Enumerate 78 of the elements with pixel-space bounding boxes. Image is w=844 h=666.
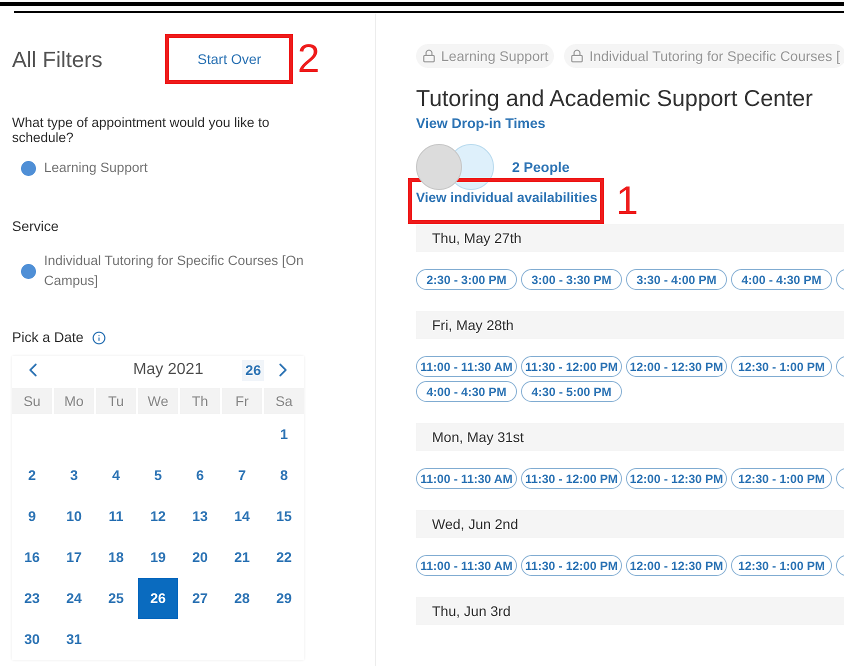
calendar-day[interactable]: 2: [12, 455, 52, 496]
today-button[interactable]: 26: [242, 360, 264, 381]
appointment-option: Learning Support: [44, 158, 148, 178]
calendar-day[interactable]: 23: [12, 578, 52, 620]
time-slot-button[interactable]: 4:00 - 4:30 PM: [731, 269, 832, 290]
calendar-day[interactable]: 27: [180, 578, 220, 620]
start-over-button[interactable]: Start Over: [198, 48, 262, 70]
calendar-day[interactable]: 20: [180, 537, 220, 578]
calendar-day[interactable]: 5: [138, 455, 178, 496]
calendar-day[interactable]: 11: [96, 496, 136, 538]
annotation-number: 2: [297, 39, 320, 79]
time-slot-button[interactable]: 11:00 - 11:30 AM: [416, 356, 517, 377]
time-slot-button[interactable]: 12:30 - 1:00 PM: [731, 555, 832, 576]
calendar-day[interactable]: 26: [138, 578, 178, 620]
time-slot-button[interactable]: 3:00 - 3:30 PM: [521, 269, 622, 290]
date-header: Fri, May 28th: [416, 311, 844, 339]
center-title: Tutoring and Academic Support Center: [416, 84, 814, 112]
date-header: Mon, May 31st: [416, 423, 844, 451]
time-slot-button[interactable]: 11:30 - 12:00 PM: [521, 555, 622, 576]
time-slot-button[interactable]: 3:30 - 4:00 PM: [626, 269, 727, 290]
filter-chip: Learning Support: [416, 44, 554, 68]
time-slot-button[interactable]: 11:30 - 12:00 PM: [521, 356, 622, 377]
month-label: May 2021: [132, 360, 204, 380]
date-header: Thu, Jun 3rd: [416, 597, 844, 625]
calendar-day[interactable]: 28: [222, 578, 262, 620]
calendar-day[interactable]: 8: [264, 455, 304, 496]
weekday-label: Sa: [264, 388, 304, 414]
calendar-day[interactable]: 3: [54, 455, 94, 496]
time-slot-button[interactable]: 12:00 - 12:30 PM: [626, 555, 727, 576]
weekday-label: Mo: [54, 388, 94, 414]
calendar-day[interactable]: 24: [54, 578, 94, 620]
calendar-day[interactable]: 10: [54, 496, 94, 538]
weekday-label: Su: [12, 388, 52, 414]
calendar-day[interactable]: 19: [138, 537, 178, 578]
time-slot-button[interactable]: 11:00 - 11:30 AM: [416, 555, 517, 576]
filter-chip: Individual Tutoring for Specific Courses [: [564, 44, 844, 68]
time-slot-button[interactable]: 12:30 - 1:00 PM: [731, 468, 832, 489]
weekday-label: Fr: [222, 388, 262, 414]
time-slot-button[interactable]: 4:00 - 4:30 PM: [416, 381, 517, 402]
calendar-day[interactable]: 29: [264, 578, 304, 620]
weekday-label: We: [138, 388, 178, 414]
time-slot-button[interactable]: 11:00 - 11:30 AM: [416, 468, 517, 489]
time-slot-button[interactable]: 4:30 - 5:00 PM: [521, 381, 622, 402]
time-slot-button[interactable]: 12:30 - 1:00 PM: [731, 356, 832, 377]
calendar-day[interactable]: 16: [12, 537, 52, 578]
calendar-day[interactable]: 21: [222, 537, 262, 578]
service-option: Individual Tutoring for Specific Courses [On Campus]: [44, 251, 334, 292]
weekday-label: Tu: [96, 388, 136, 414]
calendar-day[interactable]: 4: [96, 455, 136, 496]
pick-date-label: Pick a Date: [12, 328, 84, 348]
time-slot-button[interactable]: 2:30 - 3:00 PM: [416, 269, 517, 290]
calendar-day[interactable]: 31: [54, 619, 94, 660]
date-header: Wed, Jun 2nd: [416, 510, 844, 538]
time-slot-button[interactable]: 12:00 - 12:30 PM: [626, 356, 727, 377]
calendar-day[interactable]: 25: [96, 578, 136, 620]
calendar-day[interactable]: 13: [180, 496, 220, 538]
calendar-day[interactable]: 17: [54, 537, 94, 578]
annotation-number: 1: [616, 181, 638, 221]
calendar-day[interactable]: 9: [12, 496, 52, 538]
people-count: 2 People: [512, 158, 570, 177]
calendar-day[interactable]: 1: [264, 414, 304, 456]
calendar-day[interactable]: 7: [222, 455, 262, 496]
drop-in-times-link[interactable]: View Drop-in Times: [416, 113, 844, 134]
calendar-day[interactable]: 14: [222, 496, 262, 538]
time-slot-button[interactable]: 12:00 - 12:30 PM: [626, 468, 727, 489]
calendar-day[interactable]: 22: [264, 537, 304, 578]
service-label: Service: [12, 217, 60, 236]
calendar-day[interactable]: 15: [264, 496, 304, 538]
time-slot-button[interactable]: 11:30 - 12:00 PM: [521, 468, 622, 489]
calendar-day[interactable]: 18: [96, 537, 136, 578]
appointment-question: What type of appointment would you like to schedule?: [12, 115, 270, 145]
calendar-day[interactable]: 30: [12, 619, 52, 660]
filters-title: All Filters: [12, 46, 102, 74]
calendar-day[interactable]: 6: [180, 455, 220, 496]
calendar-day[interactable]: 12: [138, 496, 178, 538]
weekday-label: Th: [180, 388, 220, 414]
availability-link[interactable]: View individual availabilities: [416, 188, 598, 208]
date-header: Thu, May 27th: [416, 224, 844, 252]
